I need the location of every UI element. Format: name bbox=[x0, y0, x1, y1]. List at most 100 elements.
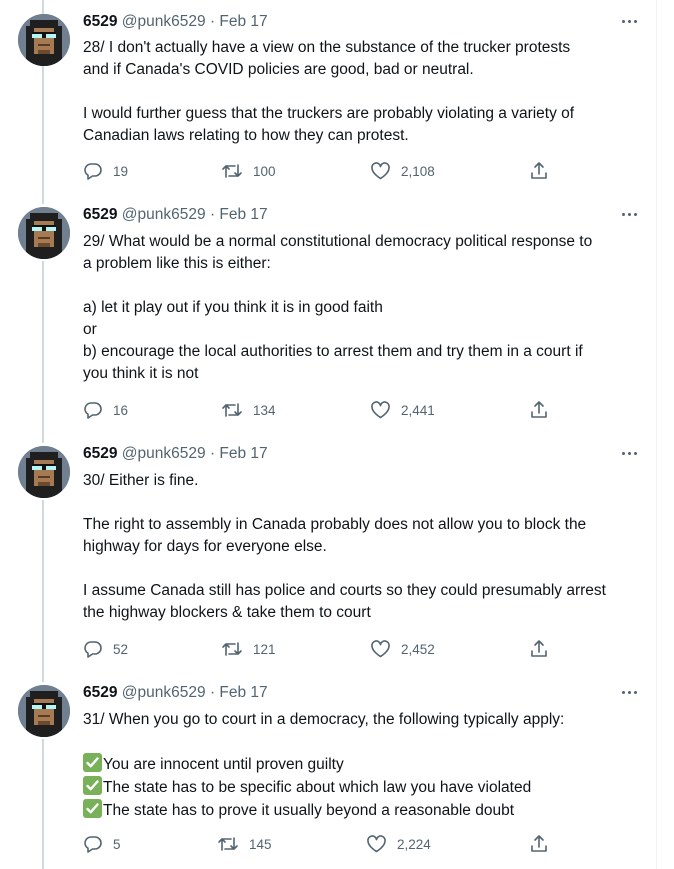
retweet-button[interactable]: 145 bbox=[217, 833, 272, 855]
like-button[interactable]: 2,452 bbox=[370, 638, 435, 660]
retweet-count: 134 bbox=[253, 402, 276, 418]
thread-connector bbox=[42, 66, 44, 204]
checklist-item: You are innocent until proven guilty bbox=[83, 753, 653, 776]
like-count: 2,108 bbox=[401, 163, 435, 179]
reply-button[interactable]: 16 bbox=[83, 399, 128, 421]
tweet-date[interactable]: Feb 17 bbox=[219, 206, 267, 223]
separator: · bbox=[209, 206, 216, 223]
text-line: a) let it play out if you think it is in… bbox=[83, 299, 383, 316]
tweet-actions: 5 145 2,224 bbox=[83, 833, 563, 855]
tweet-date[interactable]: Feb 17 bbox=[219, 445, 267, 462]
checklist-text: The state has to be specific about which… bbox=[103, 779, 532, 796]
text-line: and if Canada's COVID policies are good,… bbox=[83, 61, 474, 78]
author-handle[interactable]: @punk6529 bbox=[122, 684, 206, 701]
check-mark-icon bbox=[83, 753, 102, 772]
thread-connector bbox=[42, 261, 44, 443]
reply-button[interactable]: 52 bbox=[83, 638, 128, 660]
more-icon[interactable] bbox=[619, 682, 641, 702]
tweet-date[interactable]: Feb 17 bbox=[219, 13, 267, 30]
like-count: 2,452 bbox=[401, 641, 435, 657]
reply-button[interactable]: 19 bbox=[83, 160, 128, 182]
share-icon bbox=[531, 401, 547, 418]
like-count: 2,441 bbox=[401, 402, 435, 418]
like-button[interactable]: 2,224 bbox=[366, 833, 431, 855]
avatar[interactable] bbox=[18, 446, 70, 498]
more-icon[interactable] bbox=[619, 11, 641, 31]
tweet-header: 6529 @punk6529 · Feb 17 bbox=[83, 683, 268, 703]
reply-icon bbox=[84, 641, 102, 658]
tweet-header: 6529 @punk6529 · Feb 17 bbox=[83, 205, 268, 225]
share-button[interactable] bbox=[529, 399, 549, 421]
reply-icon bbox=[84, 163, 102, 180]
tweet-text: 30/ Either is fine. The right to assembl… bbox=[83, 470, 653, 624]
author-name[interactable]: 6529 bbox=[83, 445, 117, 462]
text-line: the highway blockers & take them to cour… bbox=[83, 604, 371, 621]
tweet-text: 29/ What would be a normal constitutiona… bbox=[83, 231, 653, 385]
avatar[interactable] bbox=[18, 14, 70, 66]
tweet-text: 28/ I don't actually have a view on the … bbox=[83, 37, 653, 147]
text-line: 31/ When you go to court in a democracy,… bbox=[83, 711, 565, 728]
text-line: 29/ What would be a normal constitutiona… bbox=[83, 233, 593, 250]
checklist-item: The state has to be specific about which… bbox=[83, 776, 653, 799]
more-icon[interactable] bbox=[619, 443, 641, 463]
avatar[interactable] bbox=[18, 207, 70, 259]
tweet-actions: 52 121 2,452 bbox=[83, 638, 563, 660]
tweet-header: 6529 @punk6529 · Feb 17 bbox=[83, 12, 268, 32]
share-button[interactable] bbox=[529, 638, 549, 660]
checklist-item: The state has to prove it usually beyond… bbox=[83, 799, 653, 822]
tweet-actions: 19 100 2,108 bbox=[83, 160, 563, 182]
share-icon bbox=[531, 835, 547, 852]
author-name[interactable]: 6529 bbox=[83, 206, 117, 223]
tweet-text: 31/ When you go to court in a democracy,… bbox=[83, 709, 653, 822]
text-line: or bbox=[83, 321, 97, 338]
retweet-button[interactable]: 134 bbox=[221, 399, 276, 421]
text-line: you think it is not bbox=[83, 365, 199, 382]
thread-connector bbox=[42, 0, 44, 14]
text-line: I assume Canada still has police and cou… bbox=[83, 582, 606, 599]
tweet-actions: 16 134 2,441 bbox=[83, 399, 563, 421]
author-handle[interactable]: @punk6529 bbox=[122, 13, 206, 30]
author-name[interactable]: 6529 bbox=[83, 13, 117, 30]
thread-connector bbox=[42, 500, 44, 682]
check-mark-icon bbox=[83, 799, 102, 818]
share-icon bbox=[531, 640, 547, 657]
more-icon[interactable] bbox=[619, 204, 641, 224]
reply-icon bbox=[84, 836, 102, 853]
share-icon bbox=[531, 162, 547, 179]
separator: · bbox=[209, 684, 216, 701]
text-line: 30/ Either is fine. bbox=[83, 472, 199, 489]
heart-icon bbox=[371, 162, 390, 180]
text-line: b) encourage the local authorities to ar… bbox=[83, 343, 583, 360]
author-name[interactable]: 6529 bbox=[83, 684, 117, 701]
separator: · bbox=[209, 13, 216, 30]
heart-icon bbox=[367, 835, 386, 853]
like-button[interactable]: 2,108 bbox=[370, 160, 435, 182]
heart-icon bbox=[371, 401, 390, 419]
reply-count: 5 bbox=[113, 836, 121, 852]
author-handle[interactable]: @punk6529 bbox=[122, 445, 206, 462]
retweet-button[interactable]: 100 bbox=[221, 160, 276, 182]
avatar[interactable] bbox=[18, 685, 70, 737]
retweet-count: 121 bbox=[253, 641, 276, 657]
retweet-icon bbox=[222, 642, 242, 656]
text-line: a problem like this is either: bbox=[83, 255, 271, 272]
thread-connector bbox=[42, 739, 44, 869]
text-line: I would further guess that the truckers … bbox=[83, 105, 575, 122]
timeline-border bbox=[656, 0, 657, 869]
checklist-text: The state has to prove it usually beyond… bbox=[103, 802, 515, 819]
retweet-icon bbox=[218, 837, 238, 851]
text-line: 28/ I don't actually have a view on the … bbox=[83, 39, 571, 56]
share-button[interactable] bbox=[529, 160, 549, 182]
retweet-button[interactable]: 121 bbox=[221, 638, 276, 660]
retweet-count: 100 bbox=[253, 163, 276, 179]
retweet-icon bbox=[222, 403, 242, 417]
reply-button[interactable]: 5 bbox=[83, 833, 121, 855]
retweet-count: 145 bbox=[249, 836, 272, 852]
reply-icon bbox=[84, 402, 102, 419]
author-handle[interactable]: @punk6529 bbox=[122, 206, 206, 223]
text-line: highway for days for everyone else. bbox=[83, 538, 327, 555]
share-button[interactable] bbox=[529, 833, 549, 855]
like-button[interactable]: 2,441 bbox=[370, 399, 435, 421]
reply-count: 52 bbox=[113, 641, 129, 657]
tweet-date[interactable]: Feb 17 bbox=[219, 684, 267, 701]
